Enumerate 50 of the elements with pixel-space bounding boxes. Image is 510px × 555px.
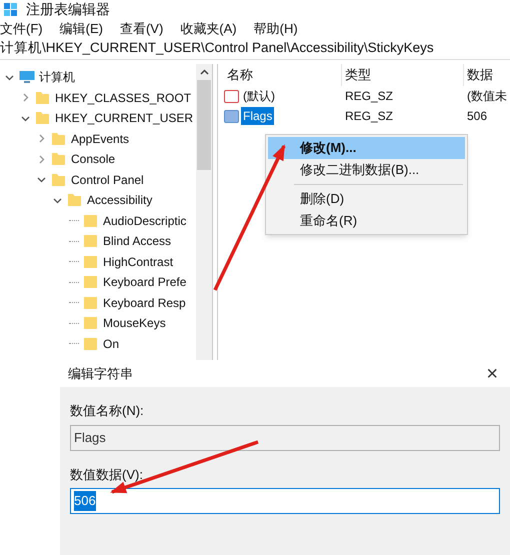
tree-item[interactable]: MouseKeys [103, 314, 166, 332]
menu-item[interactable]: 收藏夹(A) [180, 18, 237, 38]
field-label: 数值名称(N): [70, 402, 144, 420]
chevron-right-icon[interactable] [37, 154, 46, 164]
column-header[interactable]: 类型 [345, 65, 371, 85]
scrollbar-thumb[interactable] [197, 80, 211, 170]
window-title: 注册表编辑器 [26, 0, 110, 19]
value-name[interactable]: Flags [241, 107, 274, 125]
dialog-title: 编辑字符串 [68, 364, 133, 383]
scrollbar[interactable] [196, 64, 212, 360]
field-label: 数值数据(V): [70, 466, 143, 484]
table-cell: REG_SZ [345, 89, 394, 103]
tree-item[interactable]: On [103, 334, 120, 353]
tree-item[interactable]: HKEY_CURRENT_USER [55, 109, 194, 128]
menu-item[interactable]: 文件(F) [0, 18, 43, 38]
tree-item[interactable]: HKEY_CLASSES_ROOT [55, 88, 192, 107]
table-cell: (数值未 [467, 89, 507, 103]
tree-item[interactable]: Keyboard Resp [103, 294, 186, 312]
chevron-right-icon[interactable] [37, 134, 46, 144]
value-name[interactable]: (默认) [241, 87, 277, 105]
tree-item[interactable]: Console [71, 150, 116, 168]
chevron-down-icon[interactable] [37, 175, 46, 184]
tree-item[interactable]: 计算机 [39, 68, 75, 86]
table-cell: 506 [467, 109, 488, 123]
monitor-icon [19, 70, 35, 84]
tree-item[interactable]: HighContrast [103, 252, 174, 271]
column-header[interactable]: 名称 [227, 65, 253, 85]
tree-item[interactable]: Keyboard Prefe [103, 273, 186, 292]
table-cell: REG_SZ [345, 109, 394, 123]
chevron-down-icon[interactable] [5, 72, 14, 82]
tree-item[interactable]: Blind Access [103, 232, 172, 250]
menu-item[interactable]: 重命名(R) [268, 210, 465, 232]
tree-item[interactable]: Control Panel [71, 170, 144, 189]
tree-item[interactable]: AppEvents [71, 130, 130, 148]
chevron-right-icon[interactable] [21, 93, 30, 102]
menu-item[interactable]: 查看(V) [120, 18, 164, 38]
menu-item[interactable]: 修改(M)... [268, 137, 465, 159]
menu-item[interactable]: 删除(D) [268, 188, 465, 210]
column-header[interactable]: 数据 [467, 65, 493, 85]
app-icon [4, 2, 18, 16]
chevron-down-icon[interactable] [53, 196, 62, 205]
tree-item[interactable]: AudioDescriptic [103, 212, 186, 230]
menu-item[interactable]: 编辑(E) [60, 18, 103, 38]
chevron-down-icon[interactable] [21, 114, 30, 123]
input-field[interactable]: 506 [70, 488, 500, 514]
close-button[interactable]: × [486, 364, 498, 384]
menu-item[interactable]: 帮助(H) [254, 18, 298, 38]
address-bar[interactable]: 计算机\HKEY_CURRENT_USER\Control Panel\Accessibility\StickyKeys [0, 38, 434, 59]
menu-item[interactable]: 修改二进制数据(B)... [268, 159, 465, 181]
tree-item[interactable]: Accessibility [87, 191, 152, 210]
